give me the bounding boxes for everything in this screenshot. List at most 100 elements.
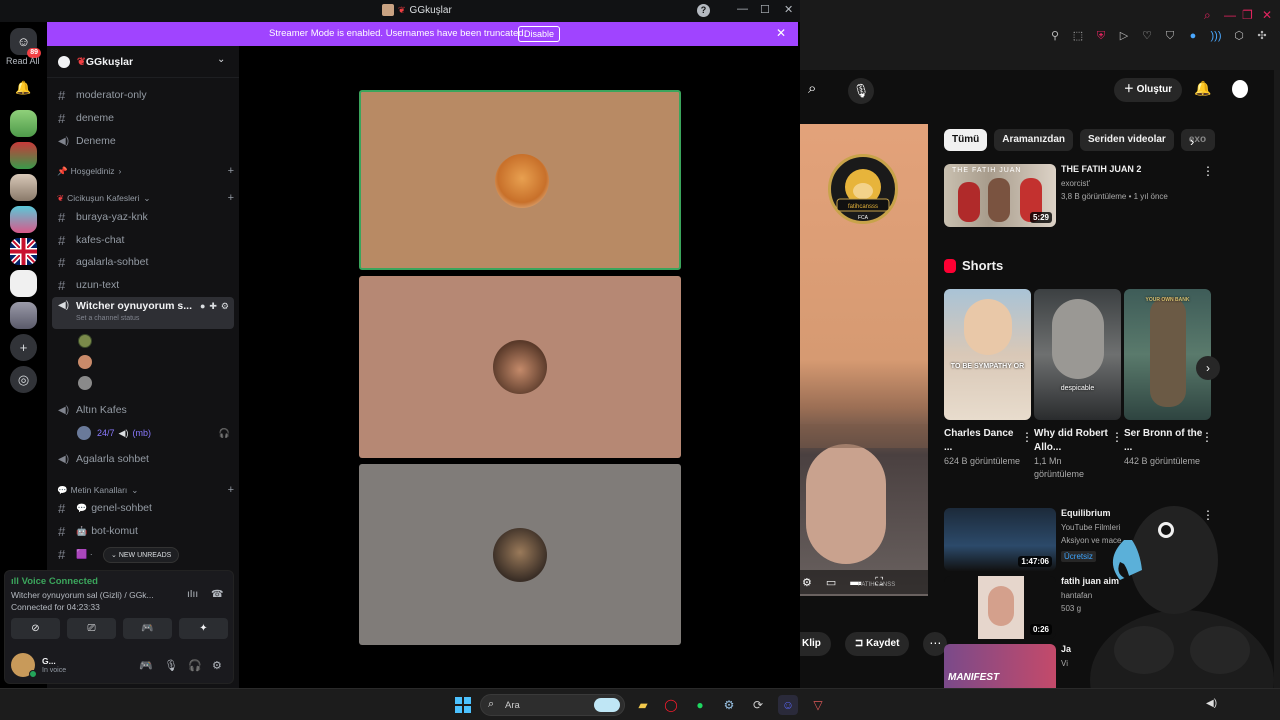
kebab-icon[interactable]: ⋮ (1021, 430, 1033, 444)
shield-icon[interactable]: ⛨ (1094, 29, 1108, 43)
vpn-icon[interactable]: ⛉ (1163, 29, 1177, 43)
cube-icon[interactable]: ⬡ (1232, 29, 1246, 43)
yt-avatar[interactable] (1232, 80, 1248, 98)
notification-bell-icon[interactable]: 🔔 (10, 74, 37, 101)
voice-user-avatar[interactable] (78, 355, 92, 369)
channel-genel-sohbet[interactable]: # 💬 genel-sohbet (52, 498, 234, 518)
pin-icon[interactable]: ⚲ (1048, 29, 1062, 43)
add-channel-icon[interactable]: + (228, 484, 234, 496)
add-channel-icon[interactable]: + (228, 165, 234, 177)
taskbar-search[interactable]: ⌕ Ara (480, 694, 625, 716)
screenshot-icon[interactable]: ⬚ (1071, 29, 1085, 43)
yt-player[interactable]: fatihcansss FCA ⚙ ▭ ▬ ⛶ FATIHCANSS (798, 124, 928, 596)
channel-kafes-chat[interactable]: # kafes-chat (52, 230, 234, 250)
short-item[interactable]: despicable Why did Robert Allo... 1,1 Mn… (1034, 289, 1123, 481)
server-icon-uk[interactable] (10, 238, 37, 265)
disable-streamer-button[interactable]: Disable (518, 26, 561, 42)
browser-search-icon[interactable]: ⌕ (1204, 8, 1211, 23)
opera-icon[interactable]: ◯ (661, 695, 681, 715)
channel-deneme[interactable]: # deneme (52, 108, 234, 128)
settings-icon[interactable]: ⚙ (802, 576, 812, 589)
user-name[interactable]: G... (42, 656, 56, 666)
kebab-icon[interactable]: ⋮ (1201, 430, 1213, 444)
disconnect-icon[interactable]: ☎ (211, 589, 223, 600)
yt-bell-icon[interactable]: 🔔 (1194, 80, 1211, 97)
game-icon[interactable]: 🎮 (139, 659, 153, 672)
voice-channel-name[interactable]: Witcher oynuyorum sal (Gizli) / GGk... (11, 590, 176, 600)
server-icon[interactable] (10, 270, 37, 297)
video-title[interactable]: THE FATIH JUAN 2 (1061, 164, 1201, 174)
wifi-icon[interactable]: ))) (1209, 29, 1223, 43)
chevron-down-icon[interactable]: ⌄ (217, 54, 225, 65)
add-channel-icon[interactable]: + (228, 192, 234, 204)
short-item[interactable]: TO BE SYMPATHY OR Charles Dance ... 624 … (944, 289, 1033, 468)
browser-minimize-button[interactable]: — (1224, 8, 1236, 22)
discover-icon[interactable]: ◎ (10, 366, 37, 393)
short-title[interactable]: Charles Dance ... (944, 427, 1024, 455)
participant-tile[interactable] (359, 90, 681, 270)
new-unreads-pill[interactable]: ⌄ NEW UNREADS (103, 547, 180, 563)
yt-create-button[interactable]: ＋ Oluştur (1114, 78, 1182, 102)
dm-button[interactable]: ☺ 89 (10, 28, 41, 58)
file-explorer-icon[interactable]: ▰ (633, 695, 653, 715)
maximize-button[interactable]: ☐ (760, 3, 770, 16)
channel-altin-kafes[interactable]: ◀) Altın Kafes (52, 400, 234, 420)
minimize-button[interactable]: — (737, 3, 748, 15)
heart-icon[interactable]: ♡ (1140, 29, 1154, 43)
close-button[interactable]: ✕ (784, 3, 793, 16)
save-button[interactable]: ⊐ Kaydet (844, 632, 910, 656)
chat-bubble-icon[interactable]: ● (200, 301, 205, 312)
windows-start-icon[interactable] (455, 697, 471, 713)
gear-icon[interactable]: ⚙ (221, 301, 229, 312)
volume-icon[interactable]: ◀) (1206, 698, 1217, 709)
channel-agalarla-sohbet[interactable]: # agalarla-sohbet (52, 252, 234, 272)
voice-user-avatar[interactable] (78, 334, 92, 348)
chip-series[interactable]: Seriden videolar (1080, 129, 1174, 151)
valorant-icon[interactable]: ▽ (808, 695, 828, 715)
discord-taskbar-icon[interactable]: ☺ (778, 695, 798, 715)
steam-icon[interactable]: ⚙ (719, 695, 739, 715)
short-title[interactable]: Ser Bronn of the ... (1124, 427, 1204, 455)
yt-search-icon[interactable]: ⌕ (808, 80, 828, 100)
spotify-icon[interactable]: ● (690, 695, 710, 715)
channel-status[interactable]: Set a channel status (76, 315, 139, 322)
mic-icon[interactable]: 🎙 (164, 659, 178, 672)
short-title[interactable]: Why did Robert Allo... (1034, 427, 1114, 455)
kebab-icon[interactable]: ⋮ (1111, 430, 1123, 444)
channel-buraya-yaz-knk[interactable]: # buraya-yaz-knk (52, 207, 234, 227)
server-icon[interactable] (10, 110, 37, 137)
participant-tile[interactable] (359, 276, 681, 458)
chip-from-search[interactable]: Aramanızdan (994, 129, 1074, 151)
kebab-icon[interactable]: ⋮ (1202, 164, 1214, 178)
yt-mic-icon[interactable]: 🎙 (848, 78, 874, 104)
channel-bot-komut[interactable]: # 🤖 bot-komut (52, 521, 234, 541)
close-icon[interactable]: ✕ (776, 26, 786, 40)
server-icon[interactable] (10, 174, 37, 201)
activity-button[interactable]: 🎮 (123, 618, 172, 639)
play-icon[interactable]: ▷ (1117, 29, 1131, 43)
video-item[interactable]: THE FATIH JUAN 5:29 THE FATIH JUAN 2 exo… (944, 164, 1214, 228)
help-icon[interactable]: ? (697, 4, 710, 17)
add-server-icon[interactable]: + (10, 334, 37, 361)
server-icon[interactable] (10, 142, 37, 169)
voice-user-avatar[interactable] (78, 376, 92, 390)
channel-deneme-voice[interactable]: ◀) Deneme (52, 131, 234, 151)
browser-close-button[interactable]: ✕ (1262, 8, 1272, 22)
channel-witcher-voice[interactable]: ◀) Witcher oynuyorum s... Set a channel … (52, 297, 234, 329)
noise-suppression-icon[interactable]: ıIıı (187, 589, 198, 600)
invite-user-icon[interactable]: ✚ (209, 301, 217, 312)
screenshare-button[interactable]: ⎚ (67, 618, 116, 639)
category-hosgeldiniz[interactable]: 📌 Hoşgeldiniz › + (57, 164, 234, 178)
chip-exorcist[interactable]: exo (1180, 129, 1215, 151)
category-cicikusun[interactable]: ❦ Cicikuşun Kafesleri ⌄ + (57, 191, 234, 205)
participant-tile[interactable] (359, 464, 681, 645)
category-metin[interactable]: 💬 Metin Kanalları ⌄ + (57, 483, 234, 497)
soundboard-button[interactable]: ✦ (179, 618, 228, 639)
channel-moderator-only[interactable]: # moderator-only (52, 85, 234, 105)
channel-agalarla-voice[interactable]: ◀) Agalarla sohbet (52, 449, 234, 469)
browser-restore-button[interactable]: ❐ (1242, 8, 1253, 22)
server-icon[interactable] (10, 206, 37, 233)
chip-all[interactable]: Tümü (944, 129, 988, 151)
voice-user-row[interactable]: 24/7 ◀) (mb) 🎧 (77, 423, 234, 443)
chevron-right-icon[interactable]: › (1190, 134, 1194, 149)
